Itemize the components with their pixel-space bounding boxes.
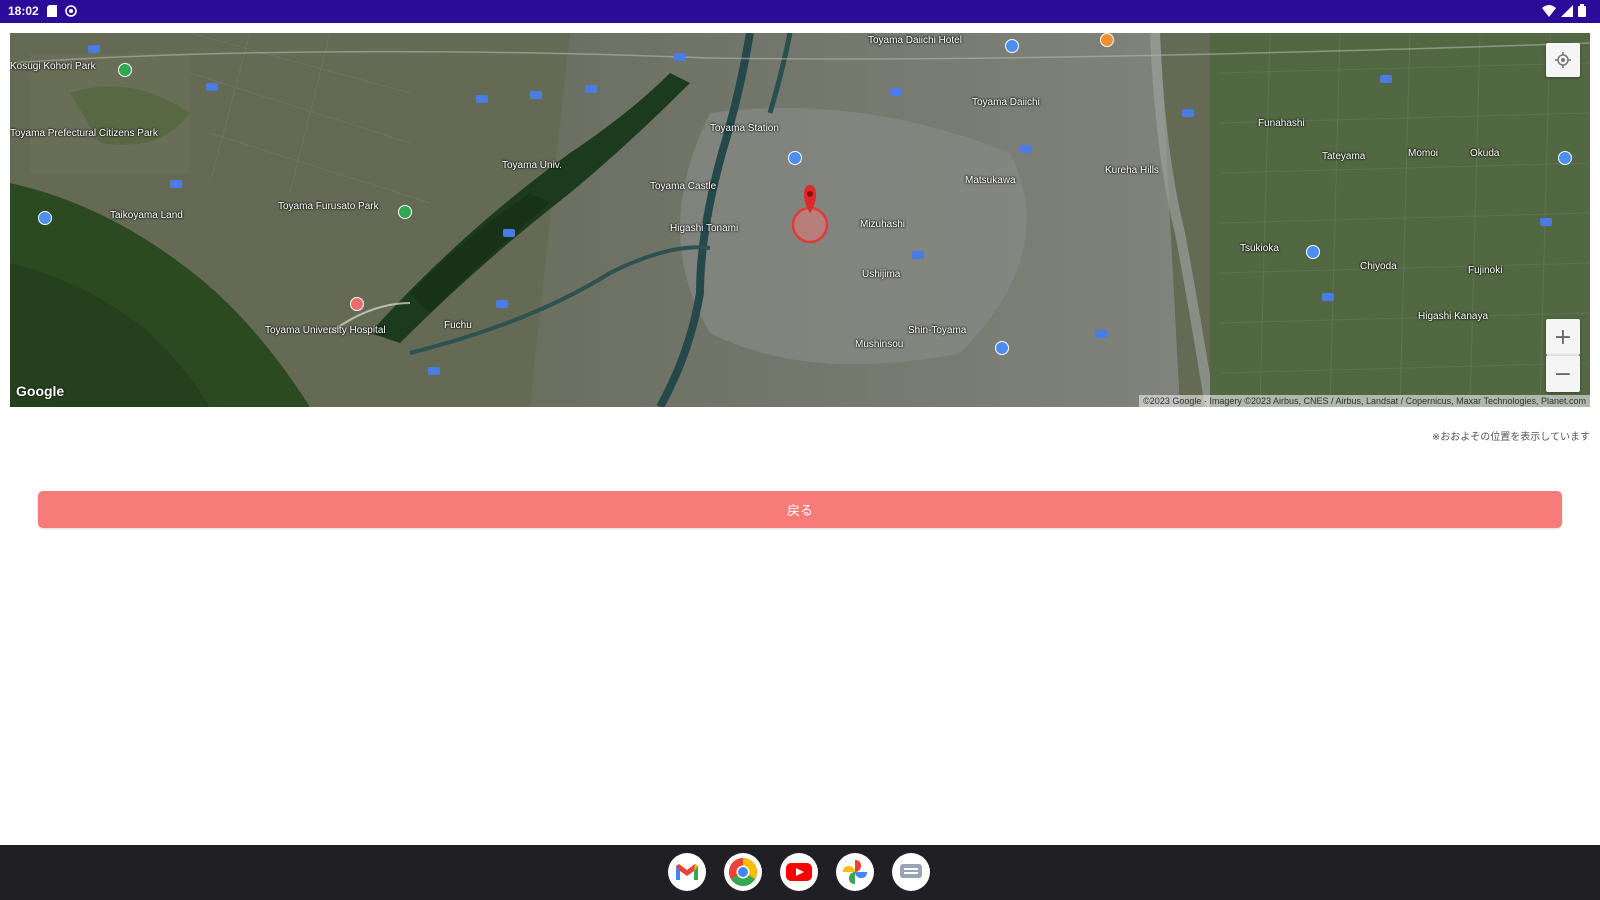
road-shield [674, 53, 686, 61]
map-label: Tateyama [1322, 151, 1366, 162]
road-shield [1020, 145, 1032, 153]
shopping-pin-icon[interactable] [995, 341, 1009, 355]
gmail-icon[interactable] [668, 853, 706, 891]
map-label: Matsukawa [965, 175, 1016, 186]
map-label: Kureha Hills [1105, 165, 1159, 176]
food-pin-icon[interactable] [1100, 33, 1114, 47]
taskbar-apps [668, 853, 930, 891]
map-label: Fuchu [444, 320, 472, 331]
road-shield [170, 180, 182, 188]
taskbar [0, 845, 1600, 900]
map-label: Momoi [1408, 148, 1439, 159]
signal-icon [1561, 4, 1573, 17]
status-bar: 18:02 [0, 0, 1600, 23]
chrome-icon[interactable] [724, 853, 762, 891]
sync-icon [64, 5, 77, 17]
status-bar-left: 18:02 [8, 4, 77, 18]
road-shield [503, 229, 515, 237]
map-label: Ushijima [862, 269, 901, 280]
road-shield [1540, 218, 1552, 226]
map-label: Mushinsou [855, 339, 904, 350]
road-shield [1182, 109, 1194, 117]
road-shield [530, 91, 542, 99]
my-location-button[interactable] [1546, 43, 1580, 77]
current-location-marker[interactable] [790, 183, 830, 248]
map-label: Toyama Castle [650, 181, 717, 192]
road-shield [496, 300, 508, 308]
transit-pin-icon[interactable] [788, 151, 802, 165]
map-label: Funahashi [1258, 118, 1305, 129]
map-label: Tsukioka [1240, 243, 1279, 254]
sd-card-icon [46, 5, 57, 17]
road-shield [1322, 293, 1334, 301]
shopping-pin-icon[interactable] [38, 211, 52, 225]
shopping-pin-icon[interactable] [1558, 151, 1572, 165]
map-label: Okuda [1470, 148, 1500, 159]
map-label: Toyama Univ. [502, 160, 562, 171]
road-shield [912, 251, 924, 259]
crosshair-icon [1555, 52, 1571, 68]
zoom-in-button[interactable]: + [1546, 319, 1580, 355]
photos-icon[interactable] [836, 853, 874, 891]
shopping-pin-icon[interactable] [1306, 245, 1320, 259]
location-pin-icon [791, 185, 829, 244]
map-attribution: ©2023 Google · Imagery ©2023 Airbus, CNE… [1139, 395, 1590, 407]
clock: 18:02 [8, 4, 39, 18]
map-label: Fujinoki [1468, 265, 1503, 276]
approximate-location-notice: ※おおよその位置を表示しています [1431, 432, 1590, 443]
map-label: Chiyoda [1360, 261, 1397, 272]
map-label: Shin-Toyama [908, 325, 967, 336]
back-button[interactable]: 戻る [38, 491, 1562, 528]
map-label: Toyama University Hospital [265, 325, 386, 336]
map-label: Toyama Station [710, 123, 779, 134]
shopping-pin-icon[interactable] [1005, 39, 1019, 53]
zoom-out-button[interactable]: − [1546, 355, 1580, 392]
map-label: Higashi Tonami [670, 223, 739, 234]
status-bar-right [1542, 4, 1586, 17]
road-shield [88, 45, 100, 53]
road-shield [1095, 330, 1107, 338]
road-shield [585, 85, 597, 93]
map-label: Toyama Prefectural Citizens Park [10, 128, 158, 139]
map-label: Kosugi Kohori Park [10, 61, 96, 72]
road-shield [428, 367, 440, 375]
google-logo: Google [16, 383, 65, 399]
map-label: Mizuhashi [860, 219, 906, 230]
youtube-icon[interactable] [780, 853, 818, 891]
messages-icon[interactable] [892, 853, 930, 891]
park-pin-icon[interactable] [118, 63, 132, 77]
wifi-icon [1542, 4, 1556, 17]
map-view[interactable]: Kosugi Kohori Park Toyama Prefectural Ci… [10, 33, 1590, 407]
road-shield [476, 95, 488, 103]
map-label: Higashi Kanaya [1418, 311, 1489, 322]
battery-icon [1578, 4, 1586, 17]
road-shield [206, 83, 218, 91]
map-label: Toyama Daiichi Hotel [868, 35, 962, 46]
map-label: Toyama Daiichi [972, 97, 1040, 108]
map-label: Toyama Furusato Park [278, 201, 379, 212]
road-shield [890, 88, 902, 96]
hospital-pin-icon[interactable] [350, 297, 364, 311]
map-label: Taikoyama Land [110, 210, 183, 221]
road-shield [1380, 75, 1392, 83]
park-pin-icon[interactable] [398, 205, 412, 219]
